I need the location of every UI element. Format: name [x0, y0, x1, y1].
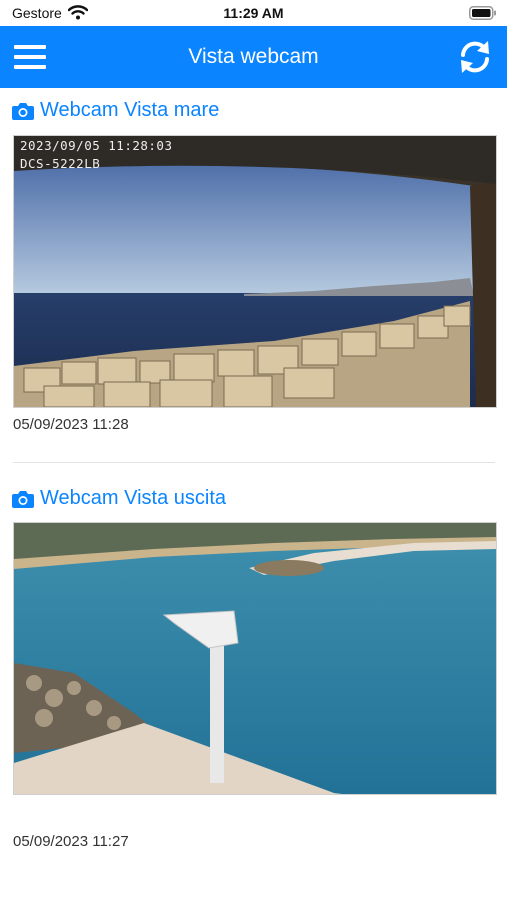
status-time: 11:29 AM: [223, 5, 284, 21]
webcam-title-vista-uscita[interactable]: Webcam Vista uscita: [12, 487, 226, 510]
webcam-image-vista-uscita[interactable]: ​: [13, 522, 497, 795]
webcam-title-label: Webcam Vista uscita: [40, 487, 227, 509]
sea-view-image: [14, 136, 496, 407]
webcam-timestamp: 05/09/2023 11:28: [13, 416, 129, 433]
webcam-title-label: Webcam Vista mare: [40, 99, 220, 121]
harbour-exit-image: [14, 523, 496, 794]
camera-overlay-datetime: 2023/09/05 11:28:03: [20, 138, 173, 153]
webcam-title-vista-mare[interactable]: Webcam Vista mare: [12, 99, 219, 122]
section-divider: [13, 462, 495, 463]
camera-icon: [12, 102, 34, 120]
status-bar: Gestore 11:29 AM: [0, 0, 507, 26]
battery-icon: [469, 6, 497, 25]
refresh-icon: [461, 41, 489, 73]
webcam-timestamp: 05/09/2023 11:27: [13, 833, 129, 850]
camera-icon: [12, 490, 34, 508]
webcam-image-vista-mare[interactable]: 2023/09/05 11:28:03 DCS-5222LB: [13, 135, 497, 408]
navbar: Vista webcam: [0, 26, 507, 88]
camera-overlay-model: DCS-5222LB: [20, 156, 101, 171]
page-title: Vista webcam: [188, 45, 319, 68]
refresh-button[interactable]: [452, 35, 498, 79]
